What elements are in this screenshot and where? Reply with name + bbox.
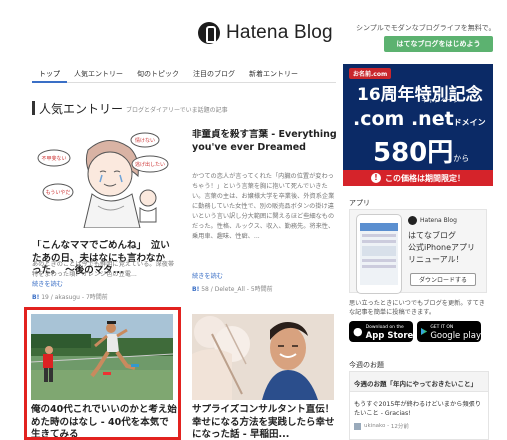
hatena-logo-icon [198,22,220,44]
man-photo [192,314,334,400]
bubble-text: 情けない [135,137,155,144]
bookmark-icon: B! [32,294,40,301]
ad-line1: 16周年特別記念 [357,80,483,105]
entry-2-meta: B! 58 / Delete_All - 5時間前 [192,286,273,293]
app-section-heading: アプリ [349,199,370,207]
promo-line: はてなブログ [408,231,456,240]
promo-line: 公式iPhoneアプリ [408,243,476,252]
mother-illustration: 不甲斐ない 情けない 逃げ出したい もういやだ [32,128,172,228]
tab-top[interactable]: トップ [32,66,67,83]
highlight-box [24,307,181,440]
tab-featured-blogs[interactable]: 注目のブログ [186,66,242,83]
tab-topics[interactable]: 旬のトピック [130,66,186,83]
ad-price-suffix: から [453,154,470,163]
bookmark-icon: B! [192,286,200,293]
tab-new-entries[interactable]: 新着エントリー [242,66,305,83]
bubble-text: もういやだ [46,189,71,196]
ad-banner[interactable]: お名前.com 16周年特別記念 キャンペーン .com .netドメイン 58… [343,64,493,186]
start-blog-button[interactable]: はてなブログをはじめよう [384,36,493,52]
bubble-text: 逃げ出したい [135,161,165,168]
entry-1-read-more[interactable]: 続きを読む [32,279,63,288]
entry-2-excerpt: かつての恋人が言ってくれた「内臓の位置が変わっちゃう！」という言葉を胸に抱いて死… [192,173,335,240]
ad-domain-label: ドメイン [453,118,486,127]
entry-time: 7時間前 [85,294,108,301]
main-nav: トップ 人気エントリー 旬のトピック 注目のブログ 新着エントリー [32,66,336,83]
entry-4-title[interactable]: サプライズコンサルタント直伝！幸せになる方法を実践したら幸せになった話 - 早稲… [192,404,340,440]
entry-4-thumbnail[interactable] [192,314,334,400]
avatar [354,422,361,430]
entry-2-title[interactable]: 非童貞を殺す言葉 - Everything you've ever Dreame… [192,129,338,169]
app-store-big: App Store [365,330,414,341]
odai-heading: 今週のお題 [349,361,384,369]
google-play-badge[interactable]: GET IT ON Google play [417,321,481,342]
ad-domains: .com .net [353,108,454,130]
google-play-big: Google play [430,330,481,341]
section-title: 人気エントリー [39,102,124,116]
entry-author[interactable]: akasugu [55,294,80,301]
ad-badge: お名前.com [349,68,392,79]
app-download-button[interactable]: ダウンロードする [410,273,476,286]
phone-screen [360,223,398,285]
phone-header-bar [360,223,398,231]
promo-line: リニューアル！ [408,255,464,264]
logo-text: Hatena Blog [226,22,333,43]
google-play-icon [421,328,428,335]
apple-icon: ● [353,325,363,338]
section-marker [32,101,35,115]
tab-popular-entries[interactable]: 人気エントリー [67,66,130,83]
ad-line2: .com .netドメイン [353,108,486,130]
alert-icon: ! [371,173,381,183]
entry-time: 5時間前 [250,286,273,293]
ad-campaign: キャンペーン [421,96,460,104]
app-store-badge[interactable]: ● Download on the App Store [349,321,413,342]
bubble-text: 不甲斐ない [41,155,66,162]
ad-price-line: 580円から [373,132,469,169]
section-subtitle: ブログとダイアリーでいま話題の記事 [126,107,228,114]
ad-price: 580円 [373,138,454,168]
ad-limited-text: この価格は期間限定！ [385,173,465,183]
odai-author[interactable]: ukinako [364,423,385,429]
phone-mockup [356,214,402,294]
ad-anniversary: 16周年特別記念 [357,85,483,105]
ad-limited-banner: ! この価格は期間限定！ [343,170,493,186]
bookmark-count[interactable]: 58 [201,286,209,293]
entry-1-excerpt: あのときのことは今でも鮮明に覚えている。深夜帯特をまわった頃、オレンジ色の豆電.… [32,261,174,278]
app-logo: Hatena Blog [408,216,457,225]
entry-2-read-more[interactable]: 続きを読む [192,271,223,280]
odai-card: 今週のお題「年内にやっておきたいこと」 もうすぐ2015年が終わるけどいまから頻… [349,371,489,440]
hatena-blog-logo[interactable]: Hatena Blog [198,22,333,44]
odai-title[interactable]: 今週のお題「年内にやっておきたいこと」 [350,372,488,392]
app-description: 思い立ったときにいつでもブログを更新。すてきな記事を簡単に投稿できます。 [349,300,485,316]
odai-entry-meta: ukinako - 12分前 [354,422,409,430]
app-promo-text: はてなブログ 公式iPhoneアプリ リニューアル！ [408,230,475,266]
odai-time: 12分前 [390,424,409,430]
hatena-logo-icon [408,216,417,225]
odai-entry-title[interactable]: もうすぐ2015年が終わるけどいまから頻張りたいこと - Gracias! [354,400,486,418]
bookmark-count[interactable]: 19 [41,294,49,301]
entry-1-meta: B! 19 / akasugu - 7時間前 [32,294,108,301]
entry-author[interactable]: Delete_All [215,286,245,293]
entry-1-thumbnail[interactable]: 不甲斐ない 情けない 逃げ出したい もういやだ [32,128,172,228]
app-name: Hatena Blog [420,217,457,224]
app-promo-card[interactable]: Hatena Blog はてなブログ 公式iPhoneアプリ リニューアル！ ダ… [349,209,487,294]
header-tagline: シンプルでモダンなブログライフを無料で。 [356,24,496,32]
